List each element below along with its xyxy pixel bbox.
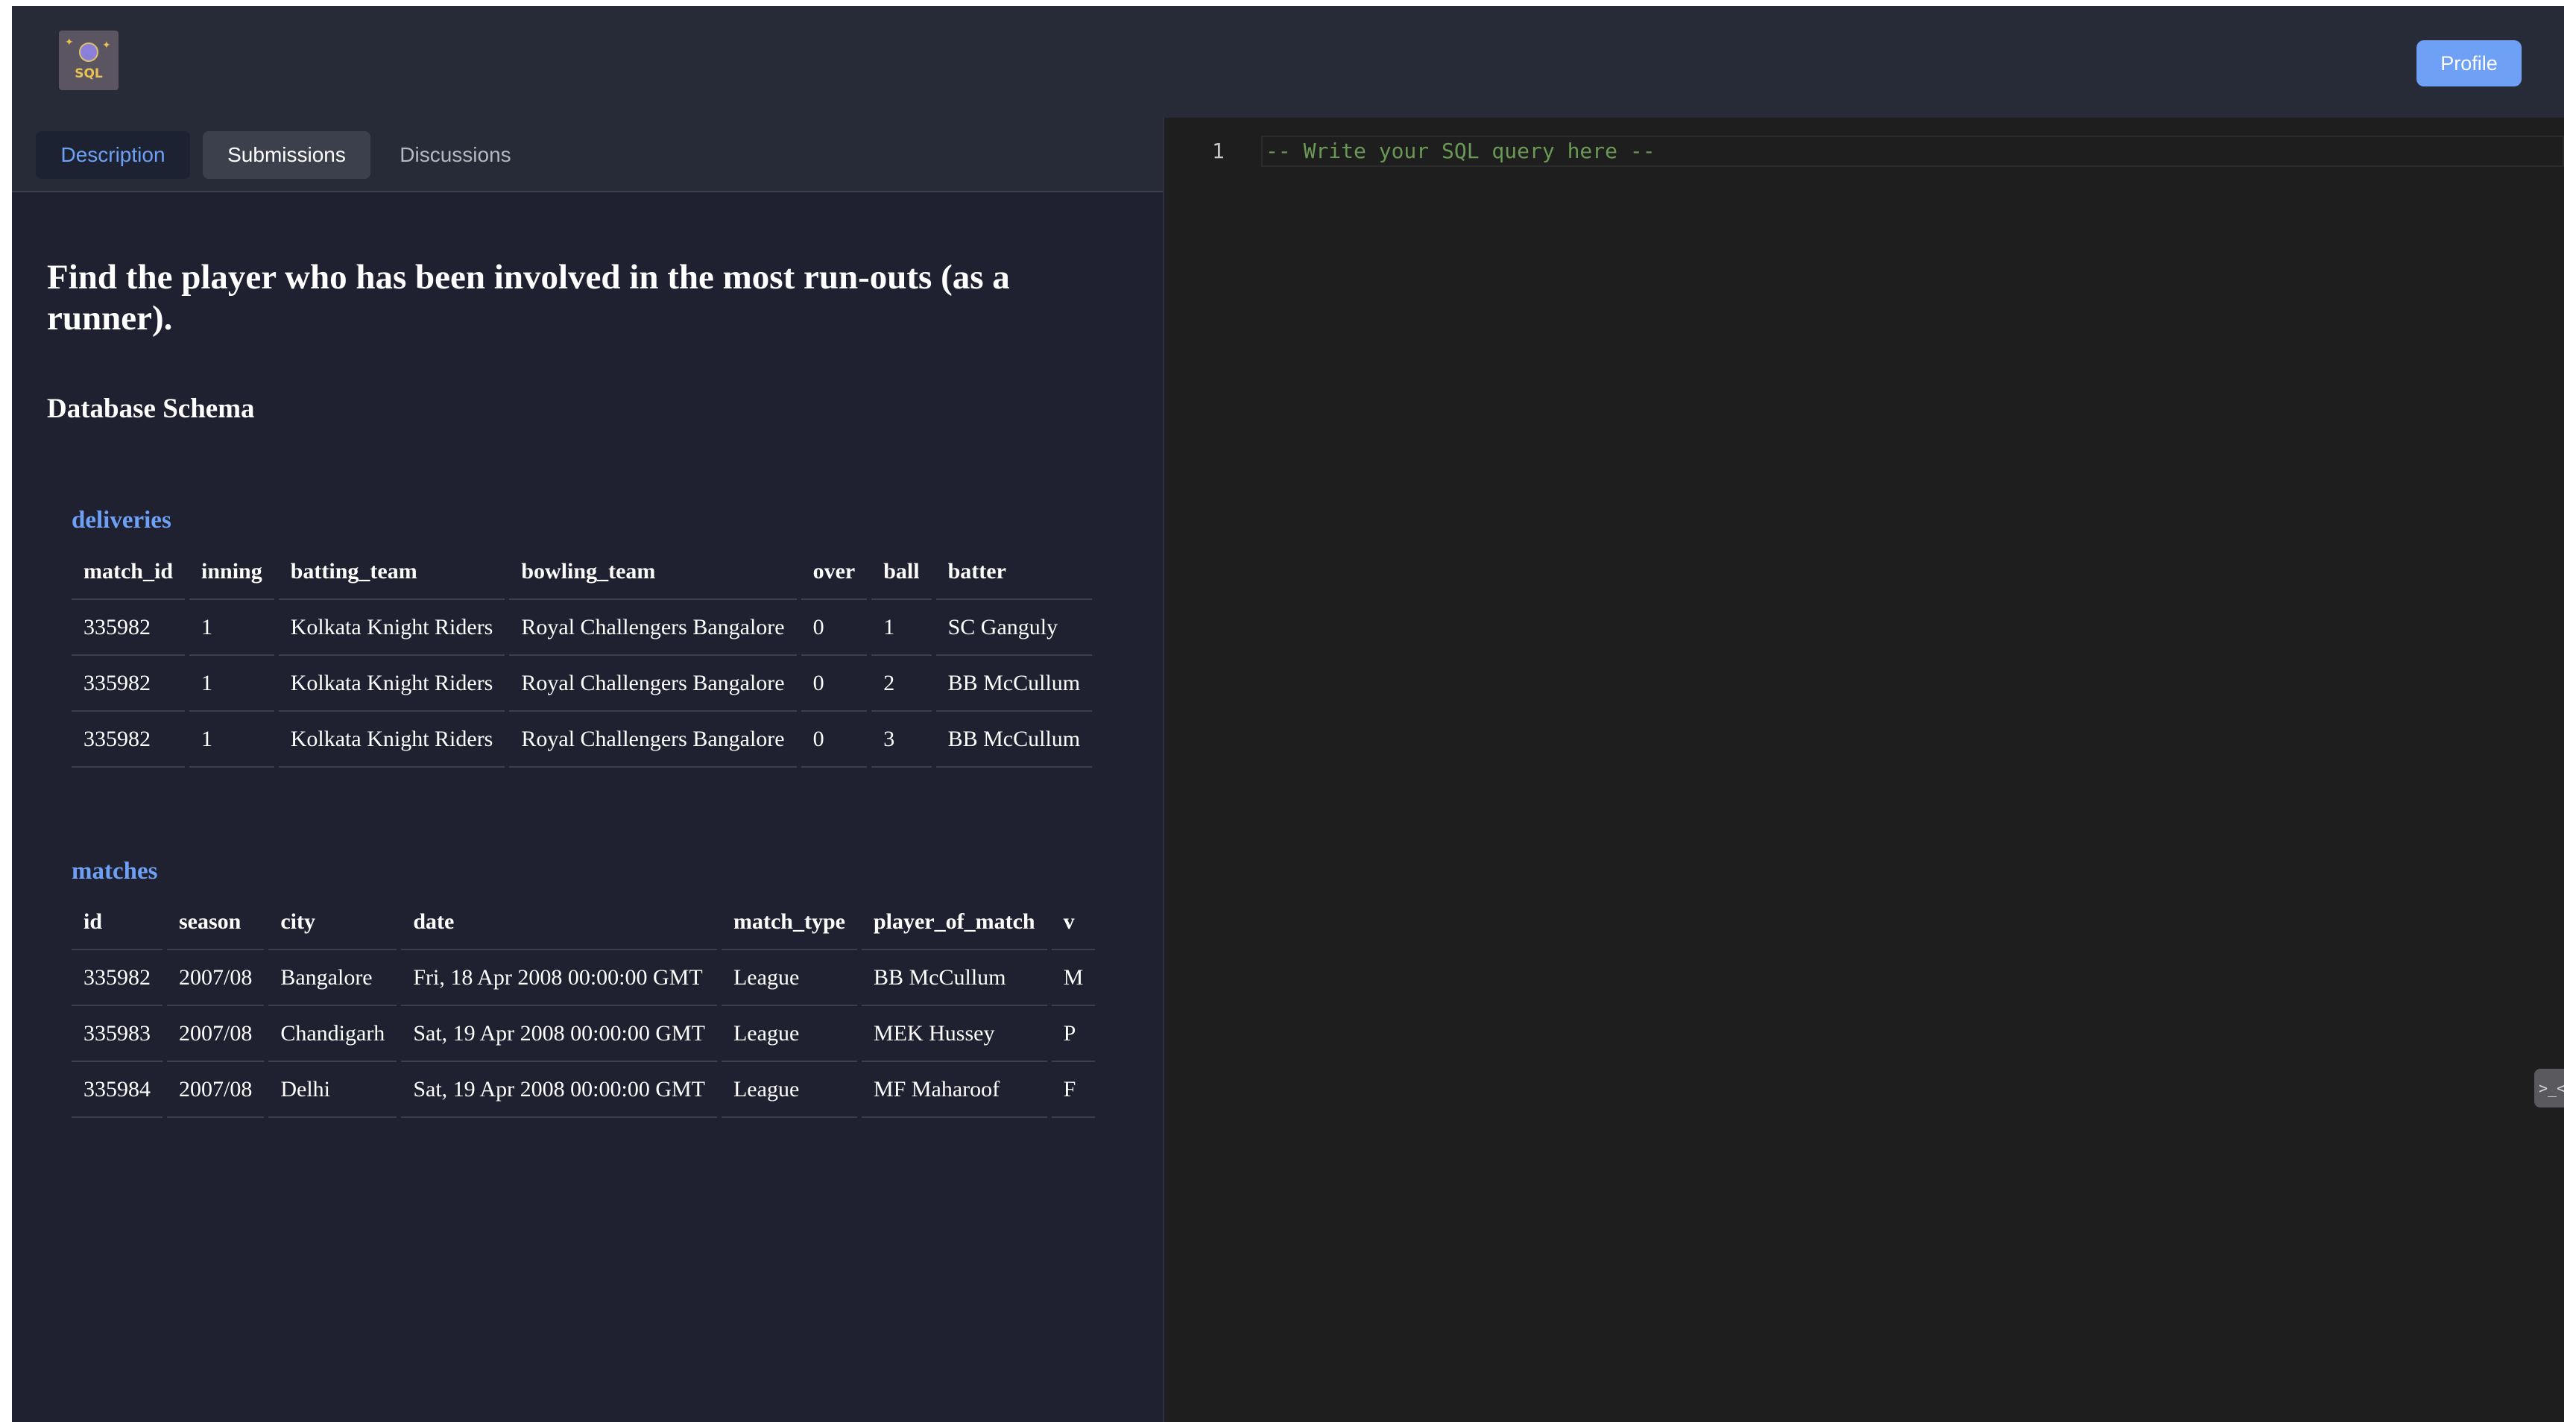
problem-question: Find the player who has been involved in… [47, 258, 1010, 338]
table-cell: Royal Challengers Bangalore [509, 712, 797, 768]
column-header: batter [935, 544, 1093, 600]
table-cell: MF Maharoof [861, 1062, 1047, 1118]
table-cell: League [721, 1006, 857, 1062]
deliveries-table: match_id inning batting_team bowling_team ov… [72, 544, 1096, 768]
column-header: player_of_match [861, 894, 1047, 950]
column-header: v [1051, 894, 1096, 950]
table-row: 335982 1 Kolkata Knight Riders Royal Challe… [72, 600, 1093, 656]
table-cell: League [721, 950, 857, 1006]
column-header: id [72, 894, 162, 950]
table-row: 335984 2007/08 Delhi Sat, 19 Apr 2008 00:00… [72, 1062, 1096, 1118]
sql-logo-icon[interactable]: ✦ ✦ SQL [59, 31, 119, 90]
matches-table-title: matches [72, 858, 158, 885]
column-header: match_id [72, 544, 185, 600]
column-header: inning [189, 544, 274, 600]
column-header: batting_team [278, 544, 505, 600]
table-cell: 0 [801, 600, 868, 656]
table-header-row: match_id inning batting_team bowling_team ov… [72, 544, 1093, 600]
table-row: 335982 1 Kolkata Knight Riders Royal Challe… [72, 712, 1093, 768]
tab-discussions[interactable]: Discussions [381, 131, 530, 179]
table-cell: Kolkata Knight Riders [278, 712, 505, 768]
table-cell: League [721, 1062, 857, 1118]
table-cell: 2007/08 [167, 1062, 265, 1118]
column-header: match_type [721, 894, 857, 950]
table-cell: Royal Challengers Bangalore [509, 656, 797, 712]
table-cell: Fri, 18 Apr 2008 00:00:00 GMT [401, 950, 717, 1006]
table-cell: 1 [189, 712, 274, 768]
table-cell: Kolkata Knight Riders [278, 600, 505, 656]
column-header: date [401, 894, 717, 950]
table-cell: BB McCullum [861, 950, 1047, 1006]
description-content: Find the player who has been involved in… [12, 194, 1163, 1422]
table-cell: Delhi [268, 1062, 397, 1118]
profile-button[interactable]: Profile [2416, 40, 2522, 86]
deliveries-table-wrapper[interactable]: match_id inning batting_team bowling_team ov… [72, 544, 1137, 768]
collapse-handle-icon[interactable]: >_< [2534, 1069, 2564, 1107]
table-cell: Sat, 19 Apr 2008 00:00:00 GMT [401, 1062, 717, 1118]
app-window: ✦ ✦ SQL Profile Description Submissions … [12, 6, 2564, 1422]
table-header-row: id season city date match_type player_of_matc… [72, 894, 1096, 950]
column-header: city [268, 894, 397, 950]
table-cell: Kolkata Knight Riders [278, 656, 505, 712]
column-header: season [167, 894, 265, 950]
tab-submissions[interactable]: Submissions [203, 131, 370, 179]
matches-table-wrapper[interactable]: id season city date match_type player_of_matc… [72, 894, 1137, 1118]
table-row: 335982 1 Kolkata Knight Riders Royal Challe… [72, 656, 1093, 712]
table-cell: MEK Hussey [861, 1006, 1047, 1062]
table-cell: 1 [189, 656, 274, 712]
logo-text: SQL [75, 66, 103, 81]
table-cell: 335982 [72, 712, 185, 768]
tab-description[interactable]: Description [36, 131, 190, 179]
line-number: 1 [1212, 139, 1225, 163]
sql-editor[interactable]: 1 -- Write your SQL query here -- [1164, 118, 2564, 1422]
table-cell: 335982 [72, 950, 162, 1006]
table-cell: 1 [871, 600, 932, 656]
table-cell: 1 [189, 600, 274, 656]
table-cell: 335982 [72, 600, 185, 656]
table-cell: SC Ganguly [935, 600, 1093, 656]
table-cell: BB McCullum [935, 712, 1093, 768]
table-cell: 2 [871, 656, 932, 712]
table-cell: F [1051, 1062, 1096, 1118]
table-cell: Royal Challengers Bangalore [509, 600, 797, 656]
top-bar: ✦ ✦ SQL Profile [12, 6, 2564, 118]
table-cell: 335983 [72, 1006, 162, 1062]
tab-bar: Description Submissions Discussions [12, 118, 1163, 192]
table-cell: 335982 [72, 656, 185, 712]
table-cell: 2007/08 [167, 1006, 265, 1062]
table-cell: 3 [871, 712, 932, 768]
problem-panel: Description Submissions Discussions Find… [12, 118, 1163, 1422]
matches-table: id season city date match_type player_of_matc… [72, 894, 1099, 1118]
deliveries-table-title: deliveries [72, 507, 171, 534]
table-cell: Bangalore [268, 950, 397, 1006]
table-cell: BB McCullum [935, 656, 1093, 712]
schema-heading: Database Schema [47, 394, 255, 424]
table-cell: 0 [801, 656, 868, 712]
column-header: bowling_team [509, 544, 797, 600]
table-row: 335982 2007/08 Bangalore Fri, 18 Apr 2008 0… [72, 950, 1096, 1006]
column-header: ball [871, 544, 932, 600]
table-cell: 335984 [72, 1062, 162, 1118]
table-row: 335983 2007/08 Chandigarh Sat, 19 Apr 2008 … [72, 1006, 1096, 1062]
table-cell: P [1051, 1006, 1096, 1062]
table-cell: 0 [801, 712, 868, 768]
editor-line[interactable]: -- Write your SQL query here -- [1261, 136, 2564, 167]
table-cell: M [1051, 950, 1096, 1006]
table-cell: 2007/08 [167, 950, 265, 1006]
table-cell: Chandigarh [268, 1006, 397, 1062]
table-cell: Sat, 19 Apr 2008 00:00:00 GMT [401, 1006, 717, 1062]
column-header: over [801, 544, 868, 600]
